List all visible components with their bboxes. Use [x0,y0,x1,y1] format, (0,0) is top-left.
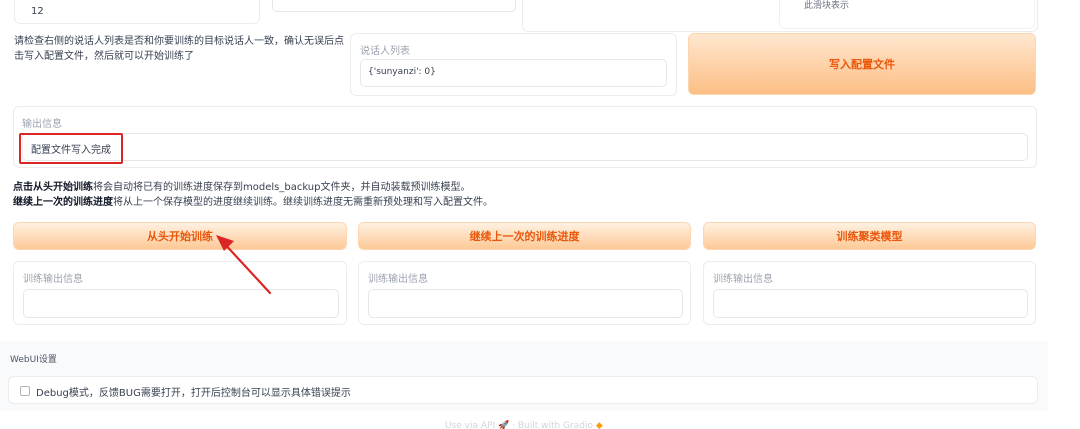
built-with-gradio-link[interactable]: Built with Gradio [518,421,593,429]
slider-info-text: 此滑块表示 [804,1,850,11]
speaker-list-value: {'sunyanzi': 0} [368,67,436,77]
webui-settings-title: WebUI设置 [10,355,57,365]
train-cluster-model-button[interactable]: 训练聚类模型 [703,222,1036,250]
output-info-panel: 输出信息 配置文件写入完成 [13,106,1037,168]
write-config-button[interactable]: 写入配置文件 [688,33,1036,95]
debug-option-panel: Debug模式，反馈BUG需要打开，打开后控制台可以显示具体错误提示 [8,376,1038,404]
train-output-label-2: 训练输出信息 [368,274,428,285]
highlight-box [19,133,123,164]
train-from-scratch-button[interactable]: 从头开始训练 [13,222,347,250]
number-value[interactable]: 12 [31,6,44,17]
rocket-icon: 🚀 [498,421,510,429]
train-hint-line2: 继续上一次的训练进度将从上一个保存模型的进度继续训练。继续训练进度无需重新预处理… [13,195,493,210]
use-via-api-link[interactable]: Use via API [445,421,495,429]
train-hint-line1-bold: 点击从头开始训练 [13,182,93,193]
speaker-list-field[interactable]: {'sunyanzi': 0} [360,59,667,87]
footer: Use via API 🚀 · Built with Gradio ◆ [445,421,603,429]
train-output-label-1: 训练输出信息 [23,274,83,285]
top-middle-field[interactable] [272,0,516,12]
gradio-logo-icon: ◆ [595,421,603,429]
train-output-field-2[interactable] [368,289,683,318]
top-left-number-panel: 12 [14,0,260,24]
train-output-field-1[interactable] [23,289,339,318]
train-hint-line2-rest: 将从上一个保存模型的进度继续训练。继续训练进度无需重新预处理和写入配置文件。 [113,197,493,208]
train-output-panel-3: 训练输出信息 [703,261,1036,325]
train-output-label-3: 训练输出信息 [713,274,773,285]
train-output-panel-1: 训练输出信息 [13,261,347,325]
train-output-field-3[interactable] [713,289,1028,318]
train-hint-line1-rest: 将会自动将已有的训练进度保存到models_backup文件夹，并自动装载预训练… [93,182,471,193]
train-hint-line1: 点击从头开始训练将会自动将已有的训练进度保存到models_backup文件夹，… [13,180,471,195]
output-info-field[interactable]: 配置文件写入完成 [22,133,1028,161]
config-info-text: 请检查右侧的说话人列表是否和你要训练的目标说话人一致，确认无误后点击写入配置文件… [14,36,344,62]
debug-option-label[interactable]: Debug模式，反馈BUG需要打开，打开后控制台可以显示具体错误提示 [36,384,351,399]
top-right-inner-panel: 此滑块表示 [779,0,1035,29]
debug-checkbox[interactable] [20,386,30,396]
footer-separator: · [512,421,515,429]
red-arrow-annotation [216,235,272,295]
webui-settings-section: WebUI设置 Debug模式，反馈BUG需要打开，打开后控制台可以显示具体错误… [0,341,1048,411]
speaker-list-label: 说话人列表 [360,46,410,57]
speaker-list-panel: 说话人列表 {'sunyanzi': 0} [350,33,677,96]
output-info-label: 输出信息 [22,119,62,130]
top-right-panel: 此滑块表示 [522,0,1038,32]
train-hint-line2-bold: 继续上一次的训练进度 [13,197,113,208]
train-output-panel-2: 训练输出信息 [358,261,691,325]
continue-training-button[interactable]: 继续上一次的训练进度 [358,222,691,250]
